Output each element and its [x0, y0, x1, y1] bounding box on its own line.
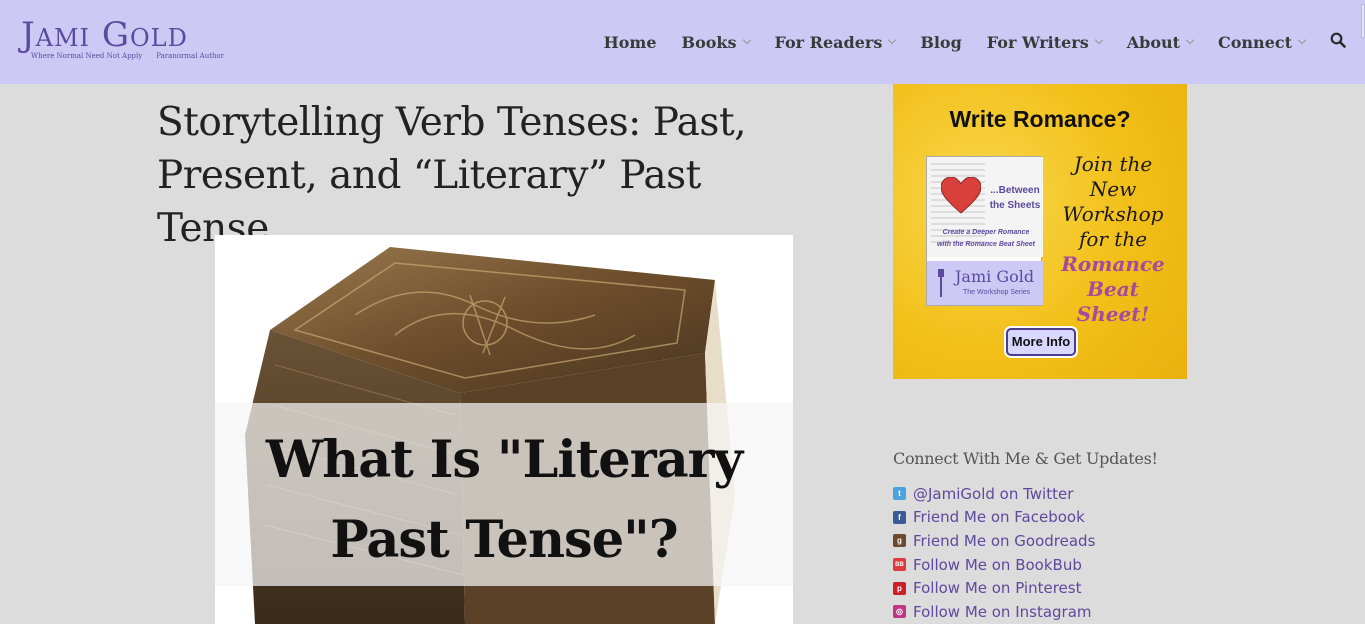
cover-brand: Jami Gold [955, 267, 1035, 286]
goodreads-icon: g [893, 534, 906, 548]
pinterest-link[interactable]: Follow Me on Pinterest [913, 579, 1081, 597]
chevron-down-icon [1297, 35, 1307, 45]
social-links-list: t @JamiGold on Twitter f Friend Me on Fa… [893, 482, 1095, 624]
nav-label: Blog [920, 32, 962, 52]
main-nav: Home Books For Readers Blog For Writers … [579, 30, 1307, 54]
chevron-down-icon [742, 35, 751, 45]
cover-series: The Workshop Series [963, 289, 1031, 296]
list-item: g Friend Me on Goodreads [893, 529, 1095, 553]
list-item: p Follow Me on Pinterest [893, 576, 1095, 600]
cover-brand-strip: Jami Gold The Workshop Series [927, 261, 1043, 305]
more-info-button[interactable]: More Info [1006, 328, 1076, 356]
workshop-ad-banner[interactable]: Write Romance? ...Between the Sheets Cre… [893, 84, 1187, 379]
nav-label: For Writers [986, 32, 1089, 52]
nav-item-blog[interactable]: Blog [920, 33, 961, 52]
logo-tagline: Where Normal Need Not Apply Paranormal A… [31, 52, 224, 60]
nav-label: About [1126, 32, 1181, 52]
ad-script-accent: Romance [1061, 252, 1165, 276]
post-title: Storytelling Verb Tenses: Past, Present,… [157, 100, 747, 251]
ad-headline: Write Romance? [949, 106, 1131, 132]
nav-item-for-writers[interactable]: For Writers [986, 32, 1103, 52]
twitter-link[interactable]: @JamiGold on Twitter [913, 485, 1073, 503]
goodreads-link[interactable]: Friend Me on Goodreads [913, 532, 1095, 550]
logo-tagline-right: Paranormal Author [156, 52, 225, 60]
hero-caption-line2: Past Tense"? [330, 510, 678, 570]
logo-tagline-left: Where Normal Need Not Apply [31, 52, 143, 60]
list-item: BB Follow Me on BookBub [893, 553, 1095, 577]
ad-script-text: Join the New Workshop for the Romance Be… [1053, 152, 1173, 327]
chevron-down-icon [888, 35, 897, 45]
cover-title-line1: ...Between [990, 185, 1040, 196]
hero-caption-line1: What Is "Literary [265, 430, 743, 490]
nav-label: For Readers [774, 32, 883, 52]
chevron-down-icon [1094, 35, 1103, 45]
nav-item-for-readers[interactable]: For Readers [774, 32, 897, 52]
connect-widget-title: Connect With Me & Get Updates! [893, 449, 1158, 468]
cover-top: ...Between the Sheets Create a Deeper Ro… [927, 157, 1043, 257]
nav-item-books[interactable]: Books [681, 32, 751, 52]
workshop-book-cover: ...Between the Sheets Create a Deeper Ro… [926, 156, 1043, 306]
site-logo[interactable]: Jami Gold Where Normal Need Not Apply Pa… [21, 15, 224, 66]
cover-subtitle: Create a Deeper Romance with the Romance… [931, 227, 1041, 251]
lamp-icon [938, 269, 944, 297]
featured-image: What Is "Literary Past Tense"? [215, 235, 793, 624]
cover-subtitle-line2: with the Romance Beat Sheet [936, 241, 1036, 248]
ad-script-line: Workshop [1062, 202, 1164, 226]
list-item: ◎ Follow Me on Instagram [893, 600, 1095, 624]
instagram-icon: ◎ [893, 605, 906, 619]
ad-script-accent: Beat Sheet! [1076, 277, 1150, 326]
facebook-link[interactable]: Friend Me on Facebook [913, 508, 1085, 526]
cover-title-line2: the Sheets [989, 200, 1041, 211]
scrollbar[interactable] [1361, 4, 1365, 38]
list-item: f Friend Me on Facebook [893, 506, 1095, 530]
nav-item-connect[interactable]: Connect [1218, 32, 1307, 52]
site-header: Jami Gold Where Normal Need Not Apply Pa… [0, 0, 1365, 84]
bookbub-icon: BB [893, 558, 906, 572]
cover-subtitle-line1: Create a Deeper Romance [942, 229, 1030, 236]
twitter-icon: t [893, 487, 906, 501]
nav-label: Books [681, 32, 737, 52]
logo-title: Jami Gold [21, 15, 188, 55]
ad-script-line: New [1089, 177, 1137, 201]
list-item: t @JamiGold on Twitter [893, 482, 1095, 506]
nav-label: Home [603, 32, 657, 52]
cover-title: ...Between the Sheets [987, 183, 1043, 213]
facebook-icon: f [893, 510, 906, 524]
pinterest-icon: p [893, 581, 906, 595]
instagram-link[interactable]: Follow Me on Instagram [913, 603, 1092, 621]
heart-icon [941, 177, 981, 214]
nav-label: Connect [1218, 32, 1292, 52]
nav-item-about[interactable]: About [1126, 32, 1195, 52]
ad-script-line: for the [1078, 227, 1148, 251]
hero-caption: What Is "Literary Past Tense"? [215, 420, 793, 580]
chevron-down-icon [1185, 35, 1195, 45]
ad-script-line: Join the [1073, 152, 1153, 176]
search-icon[interactable] [1330, 32, 1346, 48]
nav-item-home[interactable]: Home [604, 33, 657, 52]
bookbub-link[interactable]: Follow Me on BookBub [913, 556, 1082, 574]
